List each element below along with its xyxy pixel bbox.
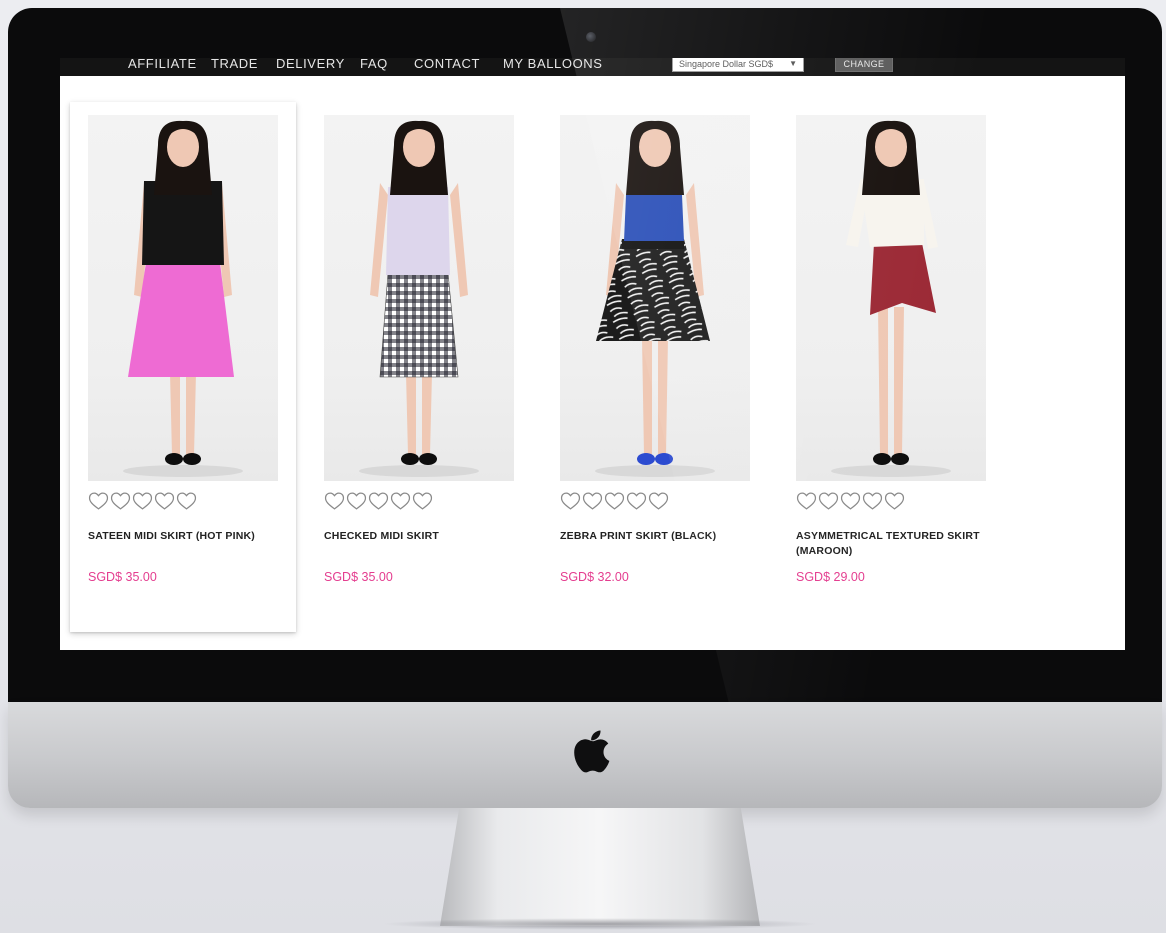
monitor-stand [440, 808, 760, 926]
heart-outline-icon[interactable] [368, 491, 389, 511]
nav-item-affiliate[interactable]: AFFILIATE [128, 58, 197, 72]
heart-outline-icon[interactable] [390, 491, 411, 511]
heart-outline-icon[interactable] [154, 491, 175, 511]
product-price: SGD$ 35.00 [324, 570, 393, 584]
nav-item-faq[interactable]: FAQ [360, 58, 388, 72]
product-image[interactable] [324, 115, 514, 481]
heart-outline-icon[interactable] [88, 491, 109, 511]
heart-outline-icon[interactable] [884, 491, 905, 511]
product-name[interactable]: ZEBRA PRINT SKIRT (BLACK) [560, 529, 760, 544]
stand-shadow [380, 918, 820, 930]
product-name[interactable]: ASYMMETRICAL TEXTURED SKIRT (MAROON) [796, 529, 996, 559]
heart-outline-icon[interactable] [560, 491, 581, 511]
product-price: SGD$ 29.00 [796, 570, 865, 584]
rating-hearts [88, 491, 198, 511]
product-card[interactable]: SATEEN MIDI SKIRT (HOT PINK) SGD$ 35.00 [70, 102, 296, 632]
product-image[interactable] [796, 115, 986, 481]
heart-outline-icon[interactable] [132, 491, 153, 511]
product-image[interactable] [88, 115, 278, 481]
rating-hearts [324, 491, 434, 511]
heart-outline-icon[interactable] [862, 491, 883, 511]
heart-outline-icon[interactable] [110, 491, 131, 511]
product-price: SGD$ 35.00 [88, 570, 157, 584]
webcam-icon [586, 32, 596, 42]
heart-outline-icon[interactable] [648, 491, 669, 511]
product-card[interactable]: ASYMMETRICAL TEXTURED SKIRT (MAROON) SGD$… [778, 102, 1004, 632]
heart-outline-icon[interactable] [604, 491, 625, 511]
heart-outline-icon[interactable] [412, 491, 433, 511]
currency-select[interactable]: Singapore Dollar SGD$ ▼ [672, 58, 804, 72]
product-image[interactable] [560, 115, 750, 481]
heart-outline-icon[interactable] [626, 491, 647, 511]
nav-item-delivery[interactable]: DELIVERY [276, 58, 345, 72]
product-name[interactable]: CHECKED MIDI SKIRT [324, 529, 524, 544]
browser-viewport: AFFILIATE TRADE DELIVERY FAQ CONTACT MY … [60, 58, 1125, 650]
product-card[interactable]: ZEBRA PRINT SKIRT (BLACK) SGD$ 32.00 [542, 102, 768, 632]
heart-outline-icon[interactable] [324, 491, 345, 511]
heart-outline-icon[interactable] [796, 491, 817, 511]
heart-outline-icon[interactable] [582, 491, 603, 511]
top-navigation-bar: AFFILIATE TRADE DELIVERY FAQ CONTACT MY … [60, 58, 1125, 76]
product-price: SGD$ 32.00 [560, 570, 629, 584]
product-card[interactable]: CHECKED MIDI SKIRT SGD$ 35.00 [306, 102, 532, 632]
heart-outline-icon[interactable] [346, 491, 367, 511]
heart-outline-icon[interactable] [176, 491, 197, 511]
currency-select-value: Singapore Dollar SGD$ [679, 59, 774, 69]
change-currency-button[interactable]: CHANGE [835, 58, 893, 72]
apple-logo-icon [574, 730, 610, 773]
product-name[interactable]: SATEEN MIDI SKIRT (HOT PINK) [88, 529, 288, 544]
nav-item-contact[interactable]: CONTACT [414, 58, 480, 72]
nav-item-my-balloons[interactable]: MY BALLOONS [503, 58, 603, 72]
rating-hearts [796, 491, 906, 511]
rating-hearts [560, 491, 670, 511]
chevron-down-icon: ▼ [789, 59, 797, 68]
heart-outline-icon[interactable] [818, 491, 839, 511]
heart-outline-icon[interactable] [840, 491, 861, 511]
nav-item-trade[interactable]: TRADE [211, 58, 258, 72]
